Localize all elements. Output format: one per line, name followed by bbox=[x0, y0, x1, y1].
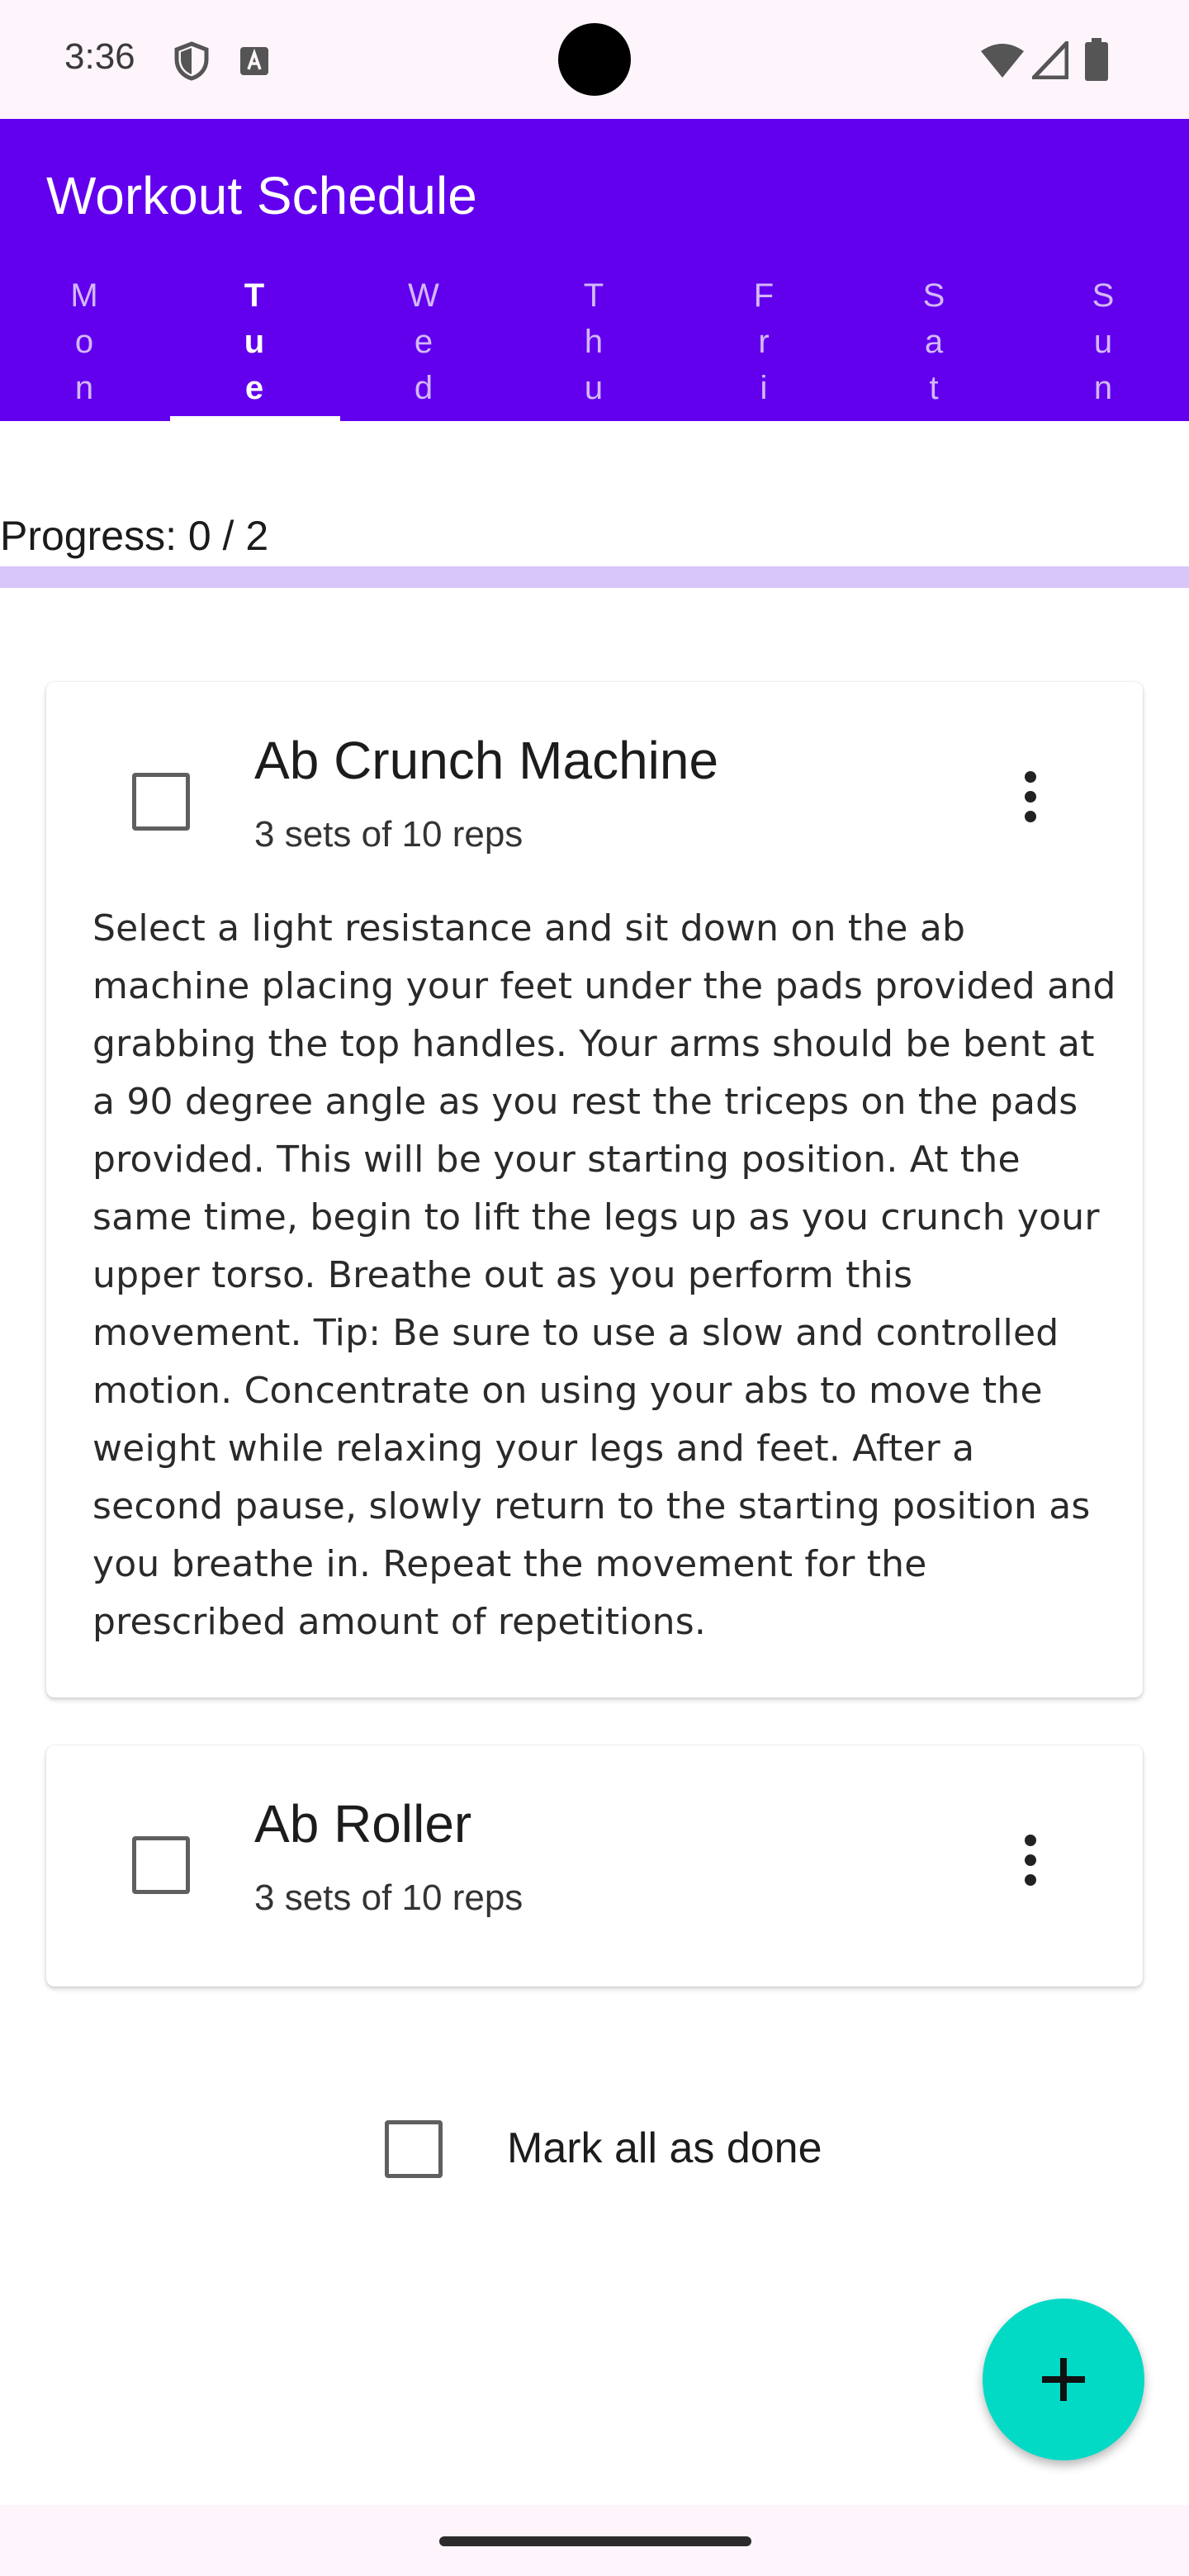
battery-icon bbox=[1085, 38, 1108, 81]
progress-label: Progress: 0 / 2 bbox=[0, 513, 269, 559]
status-time: 3:36 bbox=[64, 36, 135, 77]
tab-letter: e bbox=[244, 370, 266, 406]
more-dot bbox=[1025, 771, 1036, 783]
tab-letter: T bbox=[583, 277, 606, 314]
font-a-icon bbox=[240, 47, 268, 75]
more-options-icon[interactable] bbox=[1006, 1833, 1055, 1899]
more-dot bbox=[1025, 1874, 1036, 1886]
progress-bar bbox=[0, 566, 1189, 588]
exercise-title: Ab Roller bbox=[254, 1794, 472, 1854]
tab-wed[interactable]: W e d bbox=[339, 272, 509, 421]
app-screen: 3:36 Workout Schedule M o n T u e W e d … bbox=[0, 0, 1189, 2576]
exercise-title: Ab Crunch Machine bbox=[254, 731, 719, 790]
tab-letter: a bbox=[924, 324, 945, 360]
tab-letter: n bbox=[1093, 370, 1115, 406]
signal-icon bbox=[1032, 41, 1068, 79]
exercise-description: Select a light resistance and sit down o… bbox=[92, 907, 1116, 1643]
tab-letter: W bbox=[408, 277, 441, 314]
tab-letter: u bbox=[1093, 324, 1115, 360]
wifi-icon bbox=[981, 44, 1024, 78]
exercise-subtitle: 3 sets of 10 reps bbox=[254, 1878, 523, 1918]
day-tabs: M o n T u e W e d T h u F r i S a t S u … bbox=[0, 272, 1189, 421]
tab-letter: t bbox=[929, 370, 940, 406]
navigation-bar bbox=[0, 2505, 1189, 2576]
tab-letter: n bbox=[74, 370, 96, 406]
tab-tue[interactable]: T u e bbox=[170, 272, 340, 421]
tab-thu[interactable]: T h u bbox=[509, 272, 680, 421]
more-dot bbox=[1025, 1835, 1036, 1846]
camera-cutout bbox=[558, 23, 631, 96]
tab-sun[interactable]: S u n bbox=[1019, 272, 1189, 421]
tab-letter: T bbox=[244, 277, 267, 314]
tab-letter: S bbox=[922, 277, 947, 314]
tab-letter: u bbox=[584, 370, 605, 406]
active-tab-indicator bbox=[170, 416, 340, 421]
tab-sat[interactable]: S a t bbox=[850, 272, 1020, 421]
tab-letter: F bbox=[753, 277, 776, 314]
more-dot bbox=[1025, 811, 1036, 822]
mark-all-label[interactable]: Mark all as done bbox=[507, 2124, 822, 2173]
mark-all-checkbox[interactable] bbox=[385, 2120, 443, 2178]
exercise-checkbox[interactable] bbox=[132, 1836, 190, 1894]
tab-letter: u bbox=[244, 324, 267, 360]
more-dot bbox=[1025, 791, 1036, 803]
tab-letter: r bbox=[758, 324, 771, 360]
tab-letter: i bbox=[760, 370, 770, 406]
tab-letter: S bbox=[1092, 277, 1116, 314]
tab-letter: h bbox=[584, 324, 605, 360]
home-gesture-handle[interactable] bbox=[439, 2536, 751, 2546]
exercise-subtitle: 3 sets of 10 reps bbox=[254, 814, 523, 855]
exercise-card: Ab Crunch Machine 3 sets of 10 reps Sele… bbox=[46, 682, 1143, 1698]
tab-letter: d bbox=[414, 370, 435, 406]
status-bar: 3:36 bbox=[0, 0, 1189, 119]
exercise-card: Ab Roller 3 sets of 10 reps bbox=[46, 1745, 1143, 1986]
more-dot bbox=[1025, 1854, 1036, 1866]
tab-fri[interactable]: F r i bbox=[680, 272, 850, 421]
more-options-icon[interactable] bbox=[1006, 769, 1055, 836]
tab-mon[interactable]: M o n bbox=[0, 272, 170, 421]
exercise-checkbox[interactable] bbox=[132, 773, 190, 831]
shield-icon bbox=[174, 41, 209, 81]
tab-letter: o bbox=[74, 324, 96, 360]
add-exercise-button[interactable] bbox=[983, 2299, 1144, 2460]
app-title: Workout Schedule bbox=[46, 166, 477, 225]
tab-letter: e bbox=[414, 324, 435, 360]
tab-letter: M bbox=[70, 277, 100, 314]
